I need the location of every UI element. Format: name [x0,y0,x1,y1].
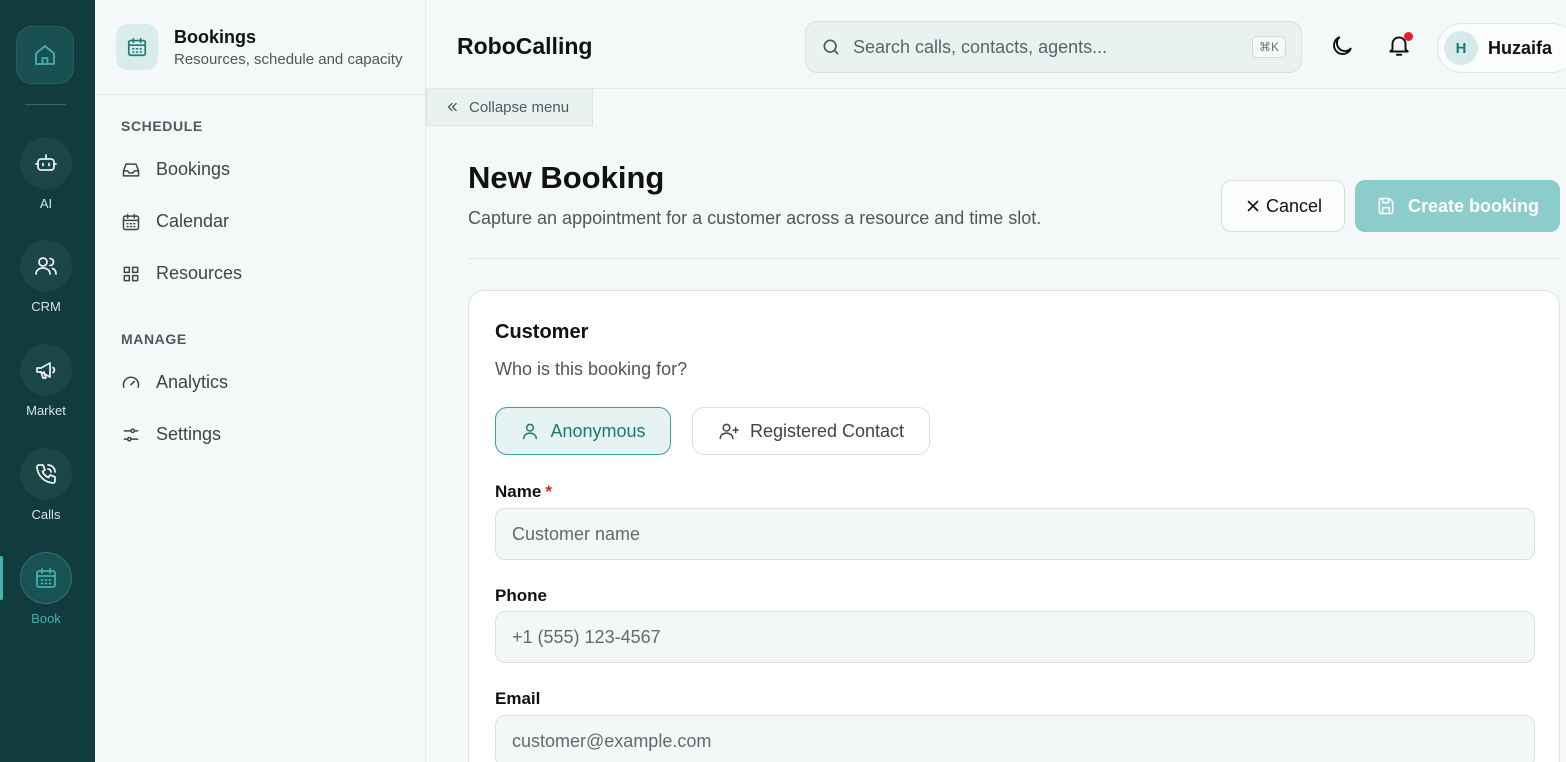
calendar-icon [127,37,147,57]
brand-title: RoboCalling [457,33,593,59]
registered-contact-toggle[interactable]: Registered Contact [692,407,930,455]
search-box[interactable]: Search calls, contacts, agents... ⌘K [805,21,1302,73]
close-icon [1247,200,1259,212]
sidebar-item-resources[interactable]: Resources [121,263,242,284]
header-divider [468,258,1560,259]
top-bar: RoboCalling Search calls, contacts, agen… [426,0,1566,89]
chevrons-left-icon [447,102,457,112]
grid-icon [123,266,139,281]
page-subtitle: Capture an appointment for a customer ac… [468,208,1042,228]
sidebar-item-settings[interactable]: Settings [121,424,221,445]
create-booking-label: Create booking [1407,195,1540,216]
bot-icon [35,154,57,171]
sidebar-title: Bookings [174,26,257,47]
sidebar-item-bookings[interactable]: Bookings [121,159,230,180]
anonymous-toggle[interactable]: Anonymous [495,407,671,455]
rail-item-crm[interactable]: CRM [0,240,92,314]
inbox-icon [122,162,140,177]
rail-crm-button[interactable] [20,240,72,292]
sidebar-item-calendar[interactable]: Calendar [121,211,229,232]
sidebar-item-label: Resources [156,263,243,283]
collapse-menu-label: Collapse menu [469,98,570,116]
search-icon [823,39,839,55]
sidebar-header: Bookings Resources, schedule and capacit… [95,0,425,95]
registered-contact-label: Registered Contact [749,420,905,441]
section-heading-schedule: SCHEDULE [121,118,203,134]
rail-item-calls[interactable]: Calls [0,448,92,522]
user-plus-icon [719,423,739,440]
card-subtitle: Who is this booking for? [495,359,688,379]
cancel-label: Cancel [1265,195,1323,216]
sidebar: Bookings Resources, schedule and capacit… [95,0,426,762]
calendar-icon [122,213,140,230]
rail-label: Market [26,403,66,418]
phone-input[interactable] [495,611,1535,663]
email-label: Email [495,689,541,708]
sidebar-item-label: Settings [156,424,222,444]
create-booking-button[interactable]: Create booking [1355,180,1560,232]
user-icon [523,423,538,440]
rail-book-button[interactable] [20,552,72,604]
notification-dot [1404,32,1413,41]
rail-label: CRM [31,299,61,314]
calendar-icon [36,568,56,588]
collapse-menu-button[interactable]: Collapse menu [426,89,593,126]
user-menu[interactable]: H Huzaifa [1437,23,1566,73]
bookings-badge [116,24,158,70]
home-icon [35,45,55,65]
megaphone-icon [36,362,56,379]
customer-card: Customer Who is this booking for? Anonym… [468,290,1560,762]
user-name: Huzaifa [1488,37,1553,58]
rail-label: Calls [31,507,61,522]
gauge-icon [122,376,140,388]
rail-ai-button[interactable] [20,137,72,189]
anonymous-label: Anonymous [550,420,646,441]
name-input[interactable] [495,508,1535,560]
rail-item-market[interactable]: Market [0,344,92,418]
app-rail: AI CRM Market Calls Book [0,0,95,762]
moon-icon [1333,36,1352,55]
sidebar-subtitle: Resources, schedule and capacity [174,50,403,68]
search-input[interactable]: Search calls, contacts, agents... [853,37,1252,58]
sliders-icon [123,427,139,442]
sidebar-item-label: Bookings [156,159,231,179]
rail-label: Book [31,611,61,626]
save-icon [1378,197,1394,215]
cancel-button[interactable]: Cancel [1221,180,1345,232]
sidebar-item-label: Analytics [156,372,229,392]
required-mark: * [545,482,552,501]
shortcut-badge: ⌘K [1251,36,1286,58]
sidebar-item-analytics[interactable]: Analytics [121,372,228,393]
section-heading-manage: MANAGE [121,331,187,347]
card-title: Customer [495,321,589,343]
rail-label: AI [39,196,53,211]
phone-call-icon [36,464,56,484]
page-title: New Booking [468,160,665,195]
users-icon [35,257,57,275]
email-input[interactable] [495,715,1535,762]
name-label-text: Name [495,482,542,501]
theme-toggle[interactable] [1329,33,1355,59]
rail-calls-button[interactable] [20,448,72,500]
avatar: H [1444,31,1478,65]
rail-market-button[interactable] [20,344,72,396]
phone-label: Phone [495,586,547,605]
name-label: Name * [495,482,552,502]
sidebar-item-label: Calendar [156,211,230,231]
rail-divider [25,104,66,105]
rail-item-ai[interactable]: AI [0,137,92,211]
rail-item-book[interactable]: Book [0,552,92,626]
home-button[interactable] [16,26,74,84]
